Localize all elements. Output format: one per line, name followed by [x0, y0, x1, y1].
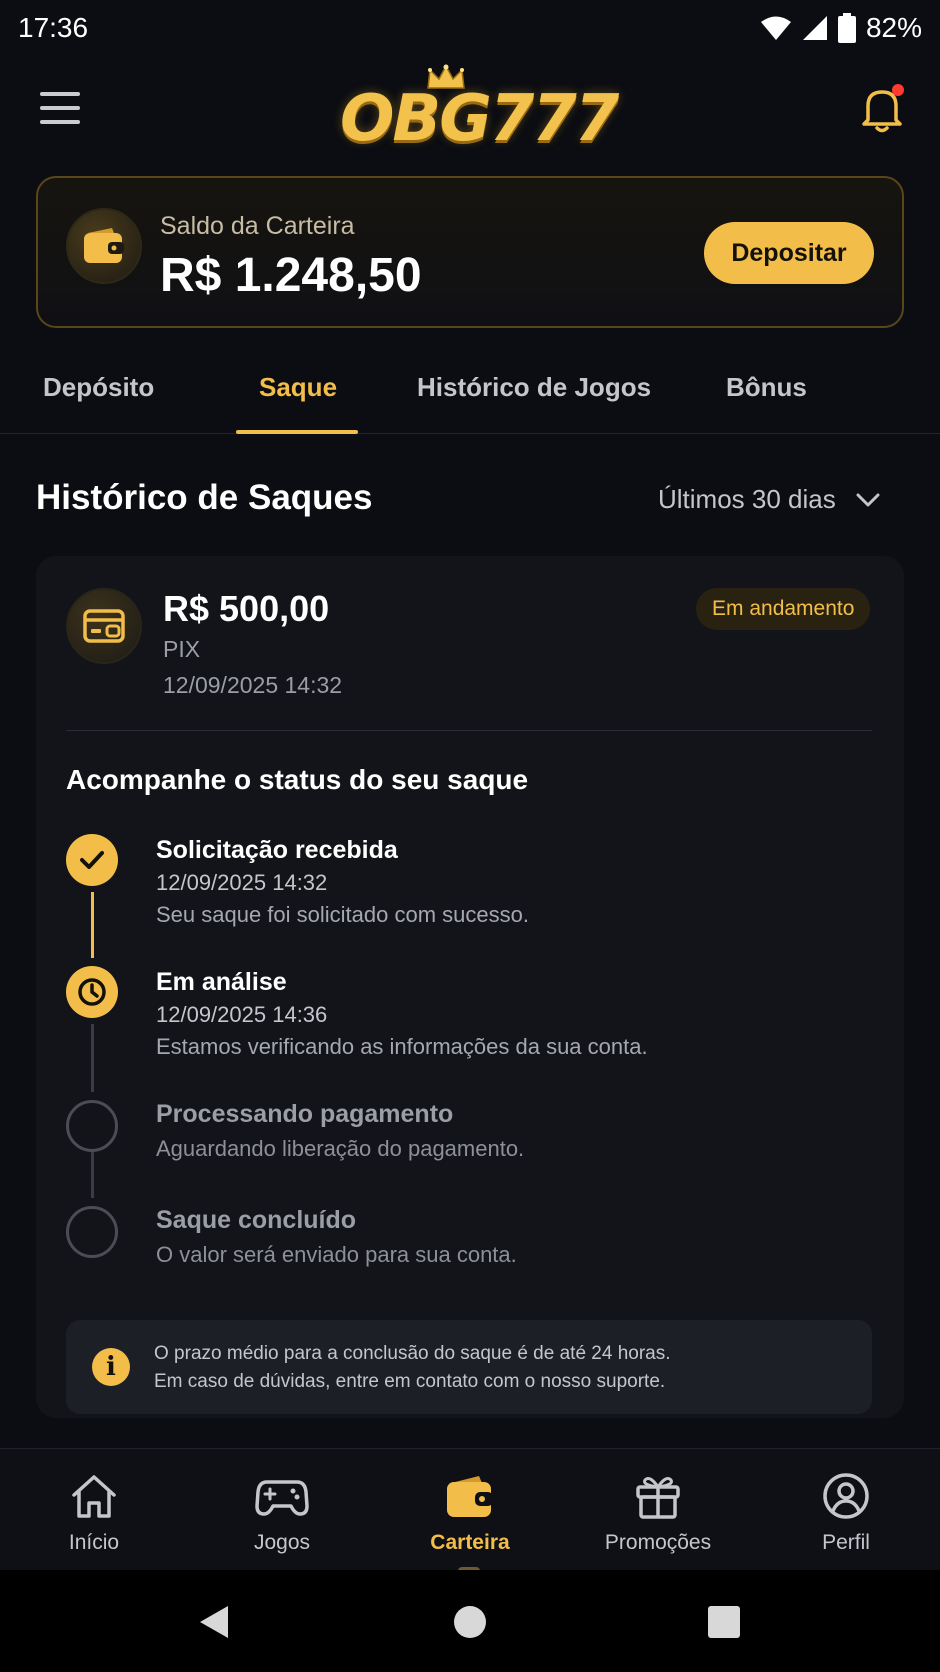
section-title: Histórico de Saques	[36, 478, 373, 517]
step-current-marker	[66, 966, 118, 1018]
withdrawal-amount: R$ 500,00	[163, 588, 330, 629]
step-pending-marker	[66, 1100, 118, 1152]
tab-historico-jogos[interactable]: Histórico de Jogos	[417, 372, 651, 403]
nav-item-inicio[interactable]: Início	[14, 1469, 174, 1555]
step-description: Aguardando liberação do pagamento.	[156, 1136, 525, 1161]
card-payment-icon	[66, 588, 142, 664]
period-filter-dropdown[interactable]: Últimos 30 dias	[658, 484, 880, 515]
nav-item-promocoes[interactable]: Promoções	[578, 1469, 738, 1555]
tab-deposito[interactable]: Depósito	[43, 372, 154, 403]
recents-icon[interactable]	[706, 1604, 742, 1640]
app-logo: OBG777	[340, 64, 619, 164]
nav-label: Perfil	[822, 1531, 870, 1554]
logo-text: OBG777	[340, 82, 619, 156]
step-done-marker	[66, 834, 118, 886]
nav-item-jogos[interactable]: Jogos	[202, 1469, 362, 1555]
home-button-icon[interactable]	[452, 1604, 488, 1640]
clock-icon	[78, 978, 106, 1006]
info-text: O prazo médio para a conclusão do saque …	[154, 1340, 671, 1396]
gift-icon	[636, 1477, 680, 1519]
step-date: 12/09/2025 14:32	[156, 870, 328, 895]
step-description: Seu saque foi solicitado com sucesso.	[156, 902, 529, 927]
app-header: OBG777	[0, 56, 940, 166]
chevron-down-icon	[856, 493, 880, 506]
battery-icon	[837, 13, 856, 43]
back-icon[interactable]	[196, 1604, 232, 1640]
gamepad-icon	[255, 1480, 309, 1516]
nav-item-carteira[interactable]: Carteira	[390, 1469, 550, 1555]
step-title: Em análise	[156, 968, 287, 996]
nav-label: Carteira	[430, 1531, 510, 1554]
step-date: 12/09/2025 14:36	[156, 1002, 328, 1027]
wifi-icon	[760, 16, 791, 40]
nav-label: Promoções	[604, 1531, 712, 1554]
info-line: Em caso de dúvidas, entre em contato com…	[154, 1371, 666, 1392]
wallet-balance: R$ 1.248,50	[160, 249, 422, 302]
home-icon	[72, 1475, 116, 1518]
nav-label: Início	[68, 1531, 120, 1554]
info-line: O prazo médio para a conclusão do saque …	[154, 1343, 671, 1364]
info-box: i O prazo médio para a conclusão do saqu…	[66, 1320, 872, 1414]
battery-percent: 82%	[865, 12, 922, 43]
deposit-button[interactable]: Depositar	[704, 222, 874, 284]
signal-icon	[802, 16, 827, 40]
wallet-icon	[447, 1476, 493, 1517]
timeline-line-done	[91, 892, 94, 958]
status-time: 17:36	[18, 12, 89, 43]
timeline-line-pending	[91, 1024, 94, 1092]
wallet-tabs: Depósito Saque Histórico de Jogos Bônus	[0, 350, 940, 434]
user-icon	[823, 1473, 869, 1519]
wallet-icon	[66, 208, 142, 284]
withdrawal-method: PIX	[163, 636, 201, 662]
tracking-title: Acompanhe o status do seu saque	[66, 764, 529, 795]
divider	[66, 730, 872, 731]
system-navigation-bar	[0, 1570, 940, 1672]
info-icon: i	[92, 1348, 130, 1386]
withdrawal-card[interactable]: R$ 500,00 PIX 12/09/2025 14:32 Em andame…	[36, 556, 904, 1418]
period-filter-label: Últimos 30 dias	[658, 484, 836, 514]
nav-label: Jogos	[253, 1531, 311, 1554]
status-badge: Em andamento	[696, 588, 871, 630]
menu-icon[interactable]	[38, 86, 82, 130]
wallet-card: Saldo da Carteira R$ 1.248,50 Depositar	[36, 176, 904, 328]
step-title: Saque concluído	[156, 1206, 357, 1234]
wallet-label: Saldo da Carteira	[160, 212, 355, 240]
step-title: Processando pagamento	[156, 1100, 454, 1128]
status-icons: 82%	[760, 12, 922, 44]
tab-saque[interactable]: Saque	[259, 372, 337, 403]
tab-bonus[interactable]: Bônus	[726, 372, 807, 403]
step-title: Solicitação recebida	[156, 836, 398, 864]
step-description: Estamos verificando as informações da su…	[156, 1034, 648, 1059]
status-bar: 17:36 82%	[0, 0, 940, 56]
active-tab-indicator	[236, 430, 358, 434]
notification-bell-icon[interactable]	[858, 82, 906, 134]
step-description: O valor será enviado para sua conta.	[156, 1242, 517, 1267]
bottom-nav: Início Jogos Carteira Promoções Perfil	[0, 1448, 940, 1575]
nav-item-perfil[interactable]: Perfil	[766, 1469, 926, 1555]
step-pending-marker	[66, 1206, 118, 1258]
check-icon	[80, 851, 104, 869]
withdrawal-date: 12/09/2025 14:32	[163, 672, 343, 698]
timeline-line-pending	[91, 1152, 94, 1198]
notification-dot	[892, 84, 904, 96]
